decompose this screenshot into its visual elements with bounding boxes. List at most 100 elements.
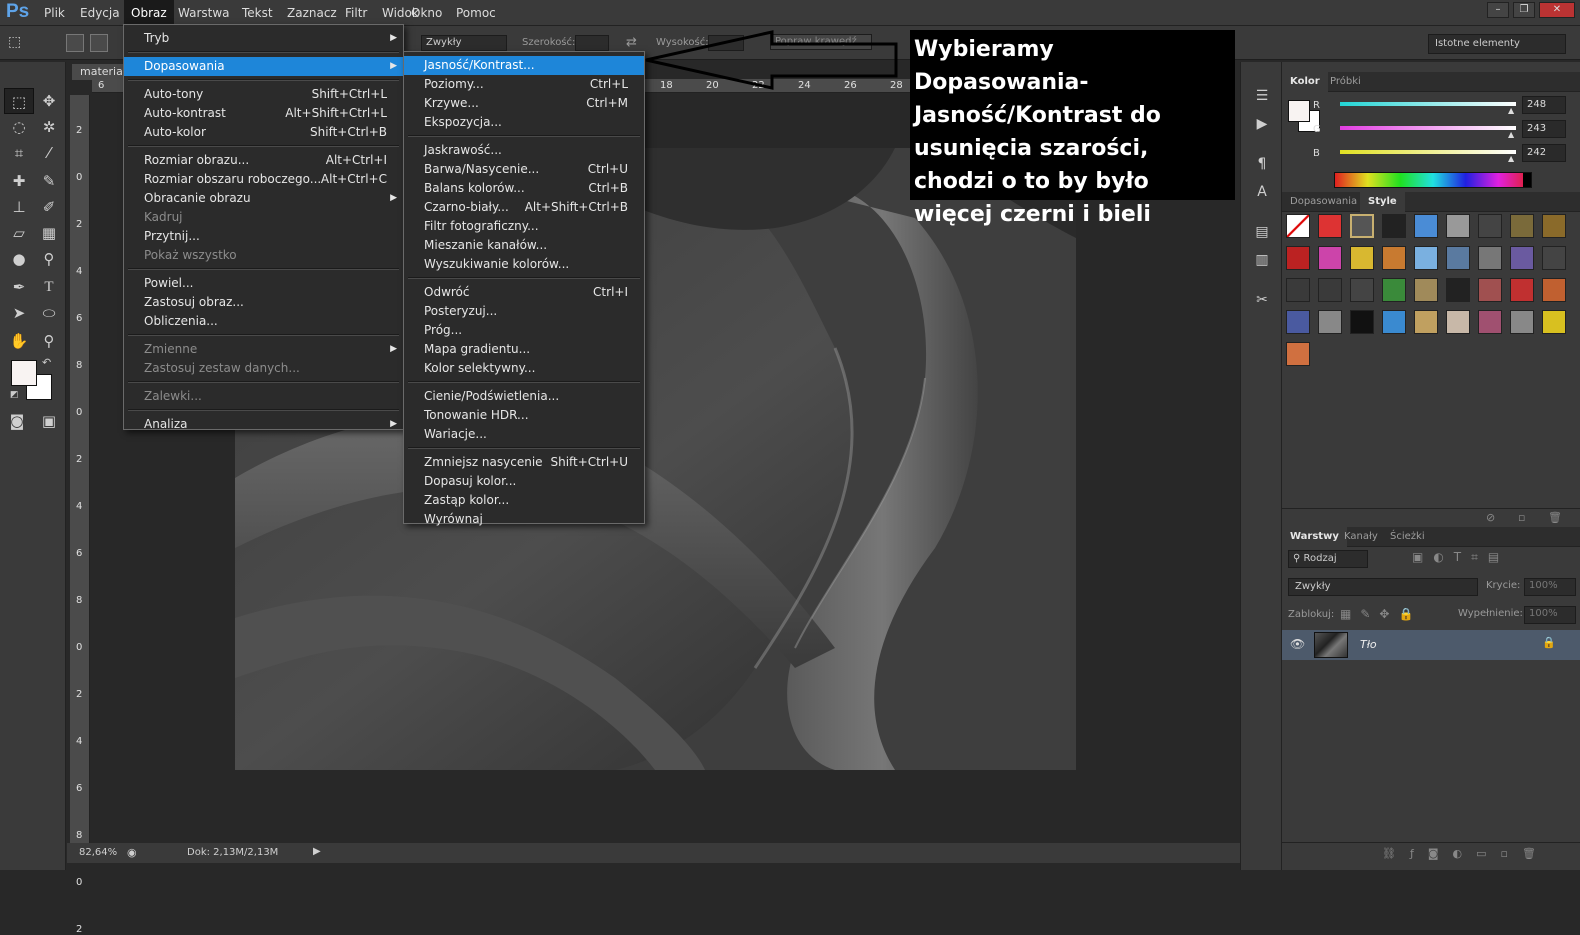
menu-item[interactable]: Kolor selektywny... bbox=[404, 359, 644, 378]
new-selection-button[interactable] bbox=[66, 34, 84, 52]
tab-color[interactable]: Kolor bbox=[1282, 72, 1328, 92]
lasso-icon[interactable]: ◌ bbox=[4, 114, 34, 140]
style-swatch[interactable] bbox=[1286, 214, 1310, 238]
style-swatch[interactable] bbox=[1286, 278, 1310, 302]
style-swatch[interactable] bbox=[1478, 214, 1502, 238]
color-spectrum[interactable] bbox=[1334, 172, 1532, 188]
dodge-icon[interactable]: ⚲ bbox=[34, 246, 64, 272]
menu-item[interactable]: Balans kolorów... Ctrl+B bbox=[404, 179, 644, 198]
style-swatch[interactable] bbox=[1446, 246, 1470, 270]
menu-warstwa[interactable]: Warstwa bbox=[171, 0, 237, 26]
tools-presets-icon[interactable]: ✂ bbox=[1249, 290, 1275, 310]
menu-item[interactable]: Zmniejsz nasycenie Shift+Ctrl+U bbox=[404, 453, 644, 472]
width-field[interactable] bbox=[575, 35, 609, 51]
style-swatch[interactable] bbox=[1318, 310, 1342, 334]
blend-mode-select[interactable]: Zwykły bbox=[1288, 578, 1478, 596]
style-swatch[interactable] bbox=[1446, 310, 1470, 334]
menu-item[interactable]: Jasność/Kontrast... bbox=[404, 56, 644, 75]
brush-icon[interactable]: ✎ bbox=[34, 168, 64, 194]
swap-colors-icon[interactable]: ↶ bbox=[42, 356, 51, 369]
menu-item[interactable]: Obliczenia... bbox=[124, 312, 403, 331]
style-swatch[interactable] bbox=[1382, 246, 1406, 270]
style-swatch[interactable] bbox=[1446, 214, 1470, 238]
menu-item[interactable]: Odwróć Ctrl+I bbox=[404, 283, 644, 302]
menu-item[interactable]: Rozmiar obrazu... Alt+Ctrl+I bbox=[124, 151, 403, 170]
layers-footer-icons[interactable]: ⛓ƒ◙◐▭▫🗑 bbox=[1382, 847, 1550, 860]
menu-item[interactable]: Dopasuj kolor... bbox=[404, 472, 644, 491]
channel-slider[interactable] bbox=[1340, 150, 1516, 154]
style-swatch[interactable] bbox=[1286, 246, 1310, 270]
menu-item[interactable]: Ekspozycja... bbox=[404, 113, 644, 132]
tab-paths[interactable]: Ścieżki bbox=[1382, 527, 1433, 547]
menu-obraz[interactable]: Obraz bbox=[124, 0, 174, 26]
status-menu-arrow-icon[interactable]: ▶ bbox=[313, 846, 321, 857]
style-swatch[interactable] bbox=[1350, 246, 1374, 270]
style-swatch[interactable] bbox=[1350, 214, 1374, 238]
menu-item[interactable]: Wyrównaj bbox=[404, 510, 644, 529]
menu-filtr[interactable]: Filtr bbox=[338, 0, 374, 26]
marquee-preset-icon[interactable]: ⬚ bbox=[8, 34, 26, 52]
menu-edycja[interactable]: Edycja bbox=[73, 0, 127, 26]
properties-icon[interactable]: ▤ bbox=[1249, 222, 1275, 242]
layer-name[interactable]: Tło bbox=[1360, 638, 1377, 651]
menu-item[interactable]: Analiza ▶ bbox=[124, 415, 403, 434]
style-swatch[interactable] bbox=[1286, 310, 1310, 334]
menu-item[interactable]: Dopasowania ▶ bbox=[124, 57, 403, 76]
eyedropper-icon[interactable]: ⁄ bbox=[34, 140, 64, 166]
style-swatch[interactable] bbox=[1286, 342, 1310, 366]
tab-styles[interactable]: Style bbox=[1360, 192, 1405, 212]
tab-channels[interactable]: Kanały bbox=[1336, 527, 1386, 547]
healing-brush-icon[interactable]: ✚ bbox=[4, 168, 34, 194]
style-swatch[interactable] bbox=[1414, 310, 1438, 334]
opacity-field[interactable]: 100% bbox=[1524, 578, 1576, 596]
menu-okno[interactable]: Okno bbox=[404, 0, 449, 26]
minimize-button[interactable]: – bbox=[1487, 2, 1509, 18]
actions-play-icon[interactable]: ▶ bbox=[1249, 114, 1275, 134]
visibility-eye-icon[interactable]: 👁 bbox=[1290, 637, 1305, 651]
rectangular-marquee-icon[interactable]: ⬚ bbox=[4, 88, 34, 114]
pen-icon[interactable]: ✒ bbox=[4, 274, 34, 300]
color-fg-swatch[interactable] bbox=[1288, 100, 1310, 122]
path-selection-icon[interactable]: ➤ bbox=[4, 300, 34, 326]
blur-icon[interactable]: ● bbox=[4, 246, 34, 272]
menu-pomoc[interactable]: Pomoc bbox=[449, 0, 503, 26]
style-swatch[interactable] bbox=[1478, 310, 1502, 334]
quick-mask-icon[interactable]: ◙ bbox=[2, 408, 32, 434]
add-selection-button[interactable] bbox=[90, 34, 108, 52]
close-window-button[interactable]: ✕ bbox=[1539, 2, 1575, 18]
layer-row[interactable]: 👁 Tło 🔒 bbox=[1282, 630, 1580, 660]
menu-item[interactable]: Mapa gradientu... bbox=[404, 340, 644, 359]
style-swatch[interactable] bbox=[1382, 214, 1406, 238]
style-swatch[interactable] bbox=[1510, 246, 1534, 270]
style-swatch[interactable] bbox=[1478, 278, 1502, 302]
delete-style-icon[interactable]: 🗑 bbox=[1548, 511, 1562, 524]
gradient-icon[interactable]: ▦ bbox=[34, 220, 64, 246]
foreground-color-swatch[interactable] bbox=[11, 360, 37, 386]
menu-item[interactable]: Barwa/Nasycenie... Ctrl+U bbox=[404, 160, 644, 179]
layer-filter-icons[interactable]: ▣◐T⌗▤ bbox=[1412, 550, 1509, 565]
slider-thumb-icon[interactable]: ▲ bbox=[1508, 154, 1514, 163]
menu-item[interactable]: Wariacje... bbox=[404, 425, 644, 444]
menu-item[interactable]: Mieszanie kanałów... bbox=[404, 236, 644, 255]
new-style-icon[interactable]: ▫ bbox=[1518, 511, 1525, 524]
menu-item[interactable]: Krzywe... Ctrl+M bbox=[404, 94, 644, 113]
style-swatch[interactable] bbox=[1318, 278, 1342, 302]
character-icon[interactable]: A bbox=[1249, 182, 1275, 202]
menu-item[interactable]: Zastosuj obraz... bbox=[124, 293, 403, 312]
menu-zaznacz[interactable]: Zaznacz bbox=[280, 0, 344, 26]
ellipse-icon[interactable]: ⬭ bbox=[34, 300, 64, 326]
menu-item[interactable]: Posteryzuj... bbox=[404, 302, 644, 321]
crop-icon[interactable]: ⌗ bbox=[4, 140, 34, 166]
menu-plik[interactable]: Plik bbox=[37, 0, 72, 26]
menu-item[interactable]: Wyszukiwanie kolorów... bbox=[404, 255, 644, 274]
menu-item[interactable]: Jaskrawość... bbox=[404, 141, 644, 160]
history-icon[interactable]: ☰ bbox=[1249, 86, 1275, 106]
style-swatch[interactable] bbox=[1414, 246, 1438, 270]
clear-style-icon[interactable]: ⊘ bbox=[1486, 511, 1495, 524]
style-swatch[interactable] bbox=[1382, 278, 1406, 302]
menu-item[interactable]: Cienie/Podświetlenia... bbox=[404, 387, 644, 406]
style-select[interactable]: Zwykły bbox=[421, 35, 507, 51]
type-icon[interactable]: T bbox=[34, 274, 64, 300]
style-swatch[interactable] bbox=[1542, 214, 1566, 238]
menu-item[interactable]: Czarno-biały... Alt+Shift+Ctrl+B bbox=[404, 198, 644, 217]
